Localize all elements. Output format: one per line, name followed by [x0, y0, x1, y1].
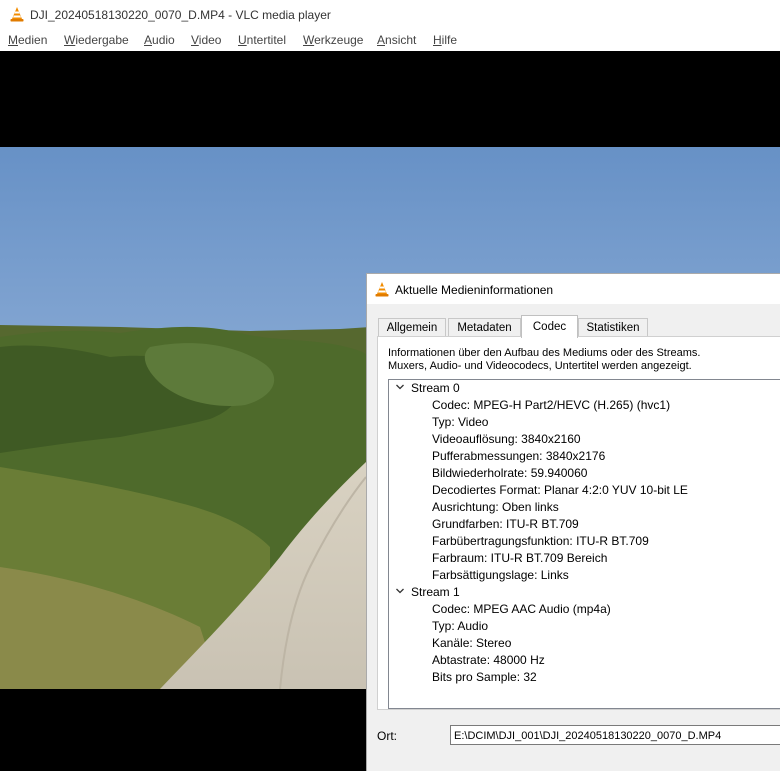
tree-stream-1[interactable]: Stream 1: [411, 584, 460, 601]
chevron-down-icon[interactable]: [395, 382, 405, 395]
tree-item[interactable]: Typ: Video: [432, 414, 488, 431]
vlc-cone-icon: [9, 6, 25, 22]
tree-item[interactable]: Bildwiederholrate: 59.940060: [432, 465, 587, 482]
tree-item[interactable]: Pufferabmessungen: 3840x2176: [432, 448, 605, 465]
chevron-down-icon[interactable]: [395, 586, 405, 599]
tab-metadaten[interactable]: Metadaten: [448, 318, 521, 337]
menu-wiedergabe[interactable]: Wiedergabe: [64, 33, 129, 47]
tree-item[interactable]: Grundfarben: ITU-R BT.709: [432, 516, 579, 533]
tree-item[interactable]: Decodiertes Format: Planar 4:2:0 YUV 10-…: [432, 482, 688, 499]
vlc-cone-icon: [374, 281, 390, 297]
menu-medien[interactable]: Medien: [8, 33, 47, 47]
tab-allgemein[interactable]: Allgemein: [378, 318, 446, 337]
tab-codec[interactable]: Codec: [521, 315, 578, 338]
codec-description: Informationen über den Aufbau des Medium…: [388, 347, 700, 373]
stream-tree[interactable]: Stream 0 Codec: MPEG-H Part2/HEVC (H.265…: [388, 379, 780, 709]
location-label: Ort:: [377, 729, 397, 743]
window-title: DJI_20240518130220_0070_D.MP4 - VLC medi…: [30, 8, 331, 22]
tree-item[interactable]: Farbsättigungslage: Links: [432, 567, 569, 584]
menu-werkzeuge[interactable]: Werkzeuge: [303, 33, 363, 47]
tree-item[interactable]: Ausrichtung: Oben links: [432, 499, 559, 516]
dialog-titlebar: Aktuelle Medieninformationen: [367, 274, 780, 304]
tree-item[interactable]: Codec: MPEG AAC Audio (mp4a): [432, 601, 611, 618]
menu-bar: Medien Wiedergabe Audio Video Untertitel…: [0, 30, 780, 51]
codec-panel: Informationen über den Aufbau des Medium…: [377, 336, 780, 710]
tree-stream-0[interactable]: Stream 0: [411, 380, 460, 397]
tree-item[interactable]: Farbraum: ITU-R BT.709 Bereich: [432, 550, 607, 567]
tree-item[interactable]: Farbübertragungsfunktion: ITU-R BT.709: [432, 533, 649, 550]
tree-item[interactable]: Typ: Audio: [432, 618, 488, 635]
menu-audio[interactable]: Audio: [144, 33, 175, 47]
tree-item[interactable]: Bits pro Sample: 32: [432, 669, 537, 686]
description-line-1: Informationen über den Aufbau des Medium…: [388, 347, 701, 359]
tab-statistiken[interactable]: Statistiken: [578, 318, 648, 337]
menu-ansicht[interactable]: Ansicht: [377, 33, 416, 47]
dialog-title: Aktuelle Medieninformationen: [395, 283, 554, 297]
media-info-dialog: Aktuelle Medieninformationen Allgemein M…: [366, 273, 780, 771]
tree-item[interactable]: Abtastrate: 48000 Hz: [432, 652, 545, 669]
tree-item[interactable]: Videoauflösung: 3840x2160: [432, 431, 581, 448]
menu-untertitel[interactable]: Untertitel: [238, 33, 286, 47]
menu-video[interactable]: Video: [191, 33, 221, 47]
description-line-2: Muxers, Audio- und Videocodecs, Untertit…: [388, 360, 692, 372]
tree-item[interactable]: Codec: MPEG-H Part2/HEVC (H.265) (hvc1): [432, 397, 670, 414]
tree-item[interactable]: Kanäle: Stereo: [432, 635, 511, 652]
location-field[interactable]: E:\DCIM\DJI_001\DJI_20240518130220_0070_…: [450, 725, 780, 745]
window-titlebar: DJI_20240518130220_0070_D.MP4 - VLC medi…: [0, 0, 780, 30]
menu-hilfe[interactable]: Hilfe: [433, 33, 457, 47]
